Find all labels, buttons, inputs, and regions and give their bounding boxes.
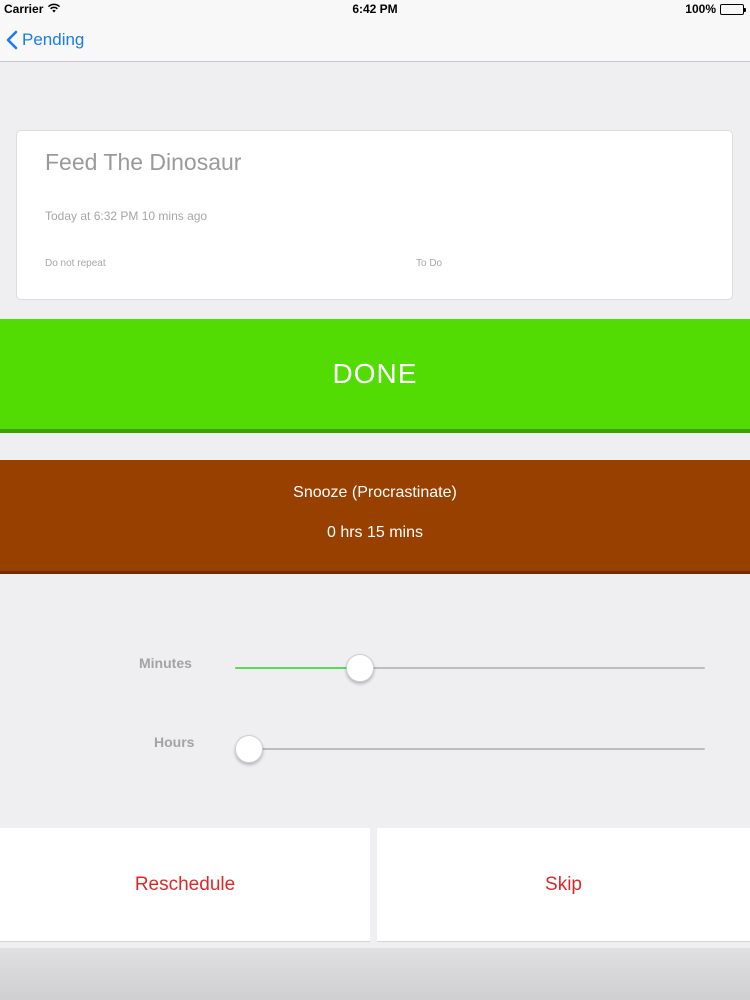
clock: 6:42 PM (352, 2, 398, 16)
minutes-label: Minutes (139, 655, 192, 671)
done-button[interactable]: DONE (0, 319, 750, 433)
slider-fill (235, 667, 360, 669)
back-button[interactable]: Pending (6, 26, 84, 54)
minutes-slider[interactable] (235, 653, 705, 683)
task-list: To Do (416, 258, 443, 269)
snooze-duration: 0 hrs 15 mins (326, 524, 424, 541)
task-time: Today at 6:32 PM 10 mins ago (45, 209, 208, 223)
navigation-bar: Pending (0, 18, 750, 62)
skip-button[interactable]: Skip (377, 828, 750, 942)
snooze-button[interactable]: Snooze (Procrastinate) 0 hrs 15 mins (0, 460, 750, 574)
bottom-toolbar (0, 948, 750, 1000)
slider-track (235, 748, 705, 750)
hours-label: Hours (154, 734, 195, 750)
task-repeat: Do not repeat (45, 258, 106, 269)
reschedule-button[interactable]: Reschedule (0, 828, 370, 942)
battery-percent: 100% (685, 2, 716, 16)
slider-thumb[interactable] (345, 654, 374, 682)
chevron-left-icon (6, 30, 18, 50)
task-card: Feed The Dinosaur Today at 6:32 PM 10 mi… (16, 130, 733, 300)
snooze-title: Snooze (Procrastinate) (293, 484, 457, 501)
status-bar: Carrier 6:42 PM 100% (0, 0, 750, 18)
task-title: Feed The Dinosaur (45, 149, 242, 175)
hours-slider[interactable] (235, 734, 705, 764)
back-label: Pending (22, 30, 85, 49)
slider-thumb[interactable] (235, 735, 263, 763)
battery-icon (720, 3, 746, 15)
status-right: 100% (685, 2, 746, 16)
